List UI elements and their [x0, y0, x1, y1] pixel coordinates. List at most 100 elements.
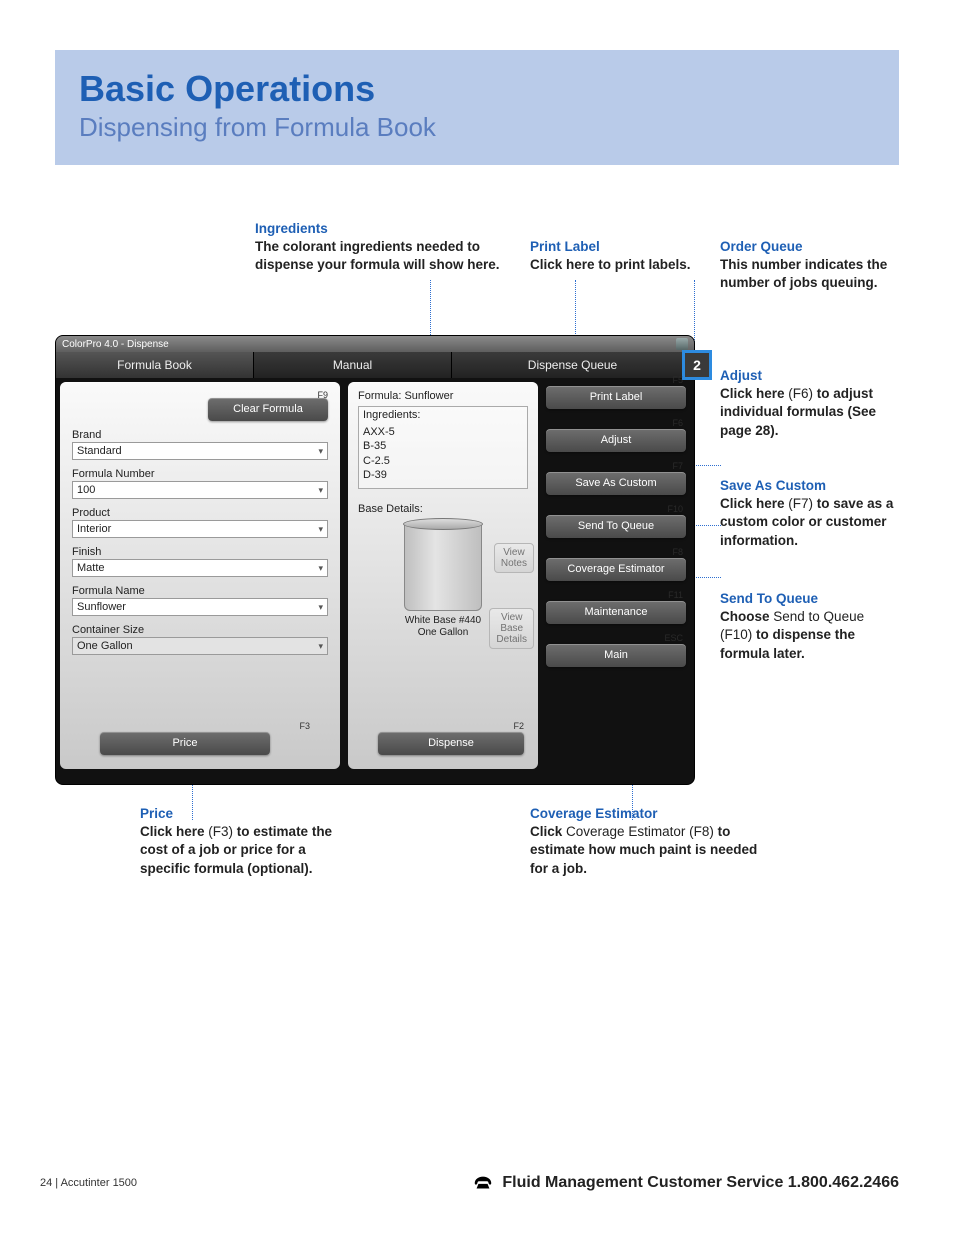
callout-adjust: Adjust Click here (F6) to adjust individ…	[720, 367, 890, 440]
customer-service-text: Fluid Management Customer Service 1.800.…	[502, 1174, 899, 1192]
formula-name-select[interactable]: Sunflower ▾	[72, 598, 328, 616]
formula-line: Formula: Sunflower	[358, 390, 528, 402]
view-base-details-button[interactable]: View Base Details	[489, 608, 534, 649]
ingredient-item: D-39	[363, 468, 523, 482]
product-label: Product	[72, 507, 328, 519]
clear-formula-button[interactable]: Clear Formula	[208, 398, 328, 421]
fkey-label: F7	[672, 461, 683, 471]
callout-text: Send to Queue	[773, 609, 864, 624]
finish-label: Finish	[72, 546, 328, 558]
window-title: ColorPro 4.0 - Dispense	[62, 339, 169, 350]
callout-key: (F6)	[788, 386, 813, 401]
chevron-down-icon: ▾	[318, 524, 323, 535]
mini-btn-text: Notes	[501, 558, 527, 569]
print-label-button[interactable]: Print Label	[546, 386, 686, 409]
price-button[interactable]: Price	[100, 732, 270, 755]
callout-order-queue: Order Queue This number indicates the nu…	[720, 238, 900, 293]
formula-name-label: Formula Name	[72, 585, 328, 597]
callout-text: Coverage Estimator (F8)	[566, 824, 718, 839]
callout-text: Click here	[140, 824, 208, 839]
ingredient-item: AXX-5	[363, 425, 523, 439]
callout-ingredients: Ingredients The colorant ingredients nee…	[255, 220, 535, 275]
callout-key: (F10)	[720, 627, 752, 642]
callout-heading: Coverage Estimator	[530, 805, 760, 823]
finish-value: Matte	[77, 562, 105, 574]
container-size-label: Container Size	[72, 624, 328, 636]
callout-heading: Send To Queue	[720, 590, 895, 608]
brand-value: Standard	[77, 445, 122, 457]
base-details-label: Base Details:	[358, 503, 528, 515]
callout-body: Click here (F3) to estimate the cost of …	[140, 823, 350, 878]
coverage-estimator-button[interactable]: Coverage Estimator	[546, 558, 686, 581]
fkey-label: F2	[513, 721, 524, 731]
callout-text: Click here	[720, 496, 788, 511]
fkey-label: F5	[672, 375, 683, 385]
callout-price: Price Click here (F3) to estimate the co…	[140, 805, 350, 878]
callout-body: Click here (F7) to save as a custom colo…	[720, 495, 895, 550]
chevron-down-icon: ▾	[318, 446, 323, 457]
chevron-down-icon: ▾	[318, 602, 323, 613]
callout-coverage: Coverage Estimator Click Coverage Estima…	[530, 805, 760, 878]
customer-service-line: Fluid Management Customer Service 1.800.…	[472, 1172, 899, 1195]
formula-number-select[interactable]: 100 ▾	[72, 481, 328, 499]
page-marker: 24 | Accutinter 1500	[40, 1177, 137, 1189]
title-band: Basic Operations Dispensing from Formula…	[55, 50, 899, 165]
callout-body: Choose Send to Queue (F10) to dispense t…	[720, 608, 895, 663]
paint-can-icon	[404, 523, 482, 611]
formula-name-value: Sunflower	[77, 601, 126, 613]
page-subtitle: Dispensing from Formula Book	[79, 112, 875, 143]
container-size-select[interactable]: One Gallon▾	[72, 637, 328, 655]
app-window: ColorPro 4.0 - Dispense Formula Book Man…	[55, 335, 695, 785]
ingredients-label: Ingredients:	[363, 409, 523, 421]
callout-heading: Price	[140, 805, 350, 823]
callout-save-as-custom: Save As Custom Click here (F7) to save a…	[720, 477, 895, 550]
main-button[interactable]: Main	[546, 644, 686, 667]
adjust-button[interactable]: Adjust	[546, 429, 686, 452]
fkey-label: F3	[299, 721, 310, 731]
panel-actions: F5Print Label F6Adjust F7Save As Custom …	[542, 382, 690, 769]
product-value: Interior	[77, 523, 111, 535]
callout-heading: Save As Custom	[720, 477, 895, 495]
ingredient-item: B-35	[363, 439, 523, 453]
fkey-label: F11	[668, 590, 683, 600]
fkey-label: F10	[667, 504, 683, 514]
formula-number-label: Formula Number	[72, 468, 328, 480]
ingredient-item: C-2.5	[363, 454, 523, 468]
tab-manual[interactable]: Manual	[254, 352, 452, 378]
callout-body: Click Coverage Estimator (F8) to estimat…	[530, 823, 760, 878]
page-footer: 24 | Accutinter 1500 Fluid Management Cu…	[40, 1172, 899, 1195]
callout-body: Click here to print labels.	[530, 256, 730, 274]
callout-heading: Adjust	[720, 367, 890, 385]
finish-select[interactable]: Matte ▾	[72, 559, 328, 577]
send-to-queue-button[interactable]: Send To Queue	[546, 515, 686, 538]
mini-btn-text: View	[501, 547, 527, 558]
fkey-label: F6	[672, 418, 683, 428]
maintenance-button[interactable]: Maintenance	[546, 601, 686, 624]
window-control-icon[interactable]	[676, 338, 688, 350]
tab-formula-book[interactable]: Formula Book	[56, 352, 254, 378]
view-notes-button[interactable]: View Notes	[494, 543, 534, 573]
mini-btn-text: View	[496, 612, 527, 623]
callout-heading: Print Label	[530, 238, 730, 256]
callout-key: (F7)	[788, 496, 813, 511]
brand-label: Brand	[72, 429, 328, 441]
panel-formula-details: Formula: Sunflower Ingredients: AXX-5 B-…	[348, 382, 538, 769]
callout-heading: Ingredients	[255, 220, 535, 238]
fkey-label: F8	[672, 547, 683, 557]
callout-send-to-queue: Send To Queue Choose Send to Queue (F10)…	[720, 590, 895, 663]
fkey-label: ESC	[664, 633, 683, 643]
queue-count-badge: 2	[682, 350, 712, 380]
save-as-custom-button[interactable]: Save As Custom	[546, 472, 686, 495]
chevron-down-icon: ▾	[318, 563, 323, 574]
product-select[interactable]: Interior ▾	[72, 520, 328, 538]
chevron-down-icon: ▾	[318, 485, 323, 496]
formula-number-value: 100	[77, 484, 95, 496]
panel-formula-inputs: F9 Clear Formula Brand Standard▾ Formula…	[60, 382, 340, 769]
brand-select[interactable]: Standard ▾	[72, 442, 328, 460]
callout-body: The colorant ingredients needed to dispe…	[255, 238, 535, 274]
window-titlebar: ColorPro 4.0 - Dispense	[56, 336, 694, 352]
tab-dispense-queue[interactable]: Dispense Queue	[452, 352, 694, 378]
dispense-button[interactable]: Dispense	[378, 732, 524, 755]
callout-key: (F3)	[208, 824, 233, 839]
phone-icon	[472, 1172, 494, 1195]
